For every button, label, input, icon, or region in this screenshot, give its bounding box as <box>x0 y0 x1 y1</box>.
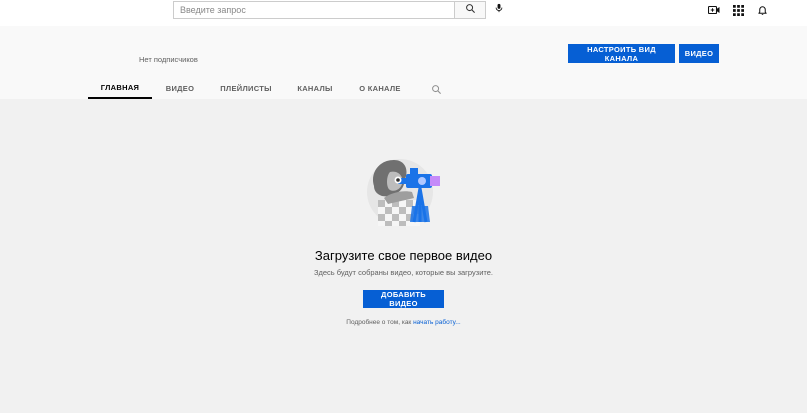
voice-search-button[interactable] <box>490 1 508 19</box>
upload-illustration <box>364 156 448 232</box>
add-video-button[interactable]: ДОБАВИТЬ ВИДЕО <box>363 290 444 308</box>
apps-grid-icon[interactable] <box>731 3 745 17</box>
channel-tabs: ГЛАВНАЯ ВИДЕО ПЛЕЙЛИСТЫ КАНАЛЫ О КАНАЛЕ <box>0 78 807 99</box>
channel-search-button[interactable] <box>431 82 443 95</box>
customize-channel-button[interactable]: НАСТРОИТЬ ВИД КАНАЛА <box>568 44 675 63</box>
learn-more-prefix: Подробнее о том, как <box>346 319 414 326</box>
tab-videos[interactable]: ВИДЕО <box>160 78 200 99</box>
learn-more-text: Подробнее о том, как начать работу... <box>0 319 807 326</box>
tab-home[interactable]: ГЛАВНАЯ <box>88 78 152 99</box>
manage-videos-button[interactable]: ВИДЕО <box>679 44 719 63</box>
empty-state-subtitle: Здесь будут собраны видео, которые вы за… <box>313 268 493 277</box>
tab-about[interactable]: О КАНАЛЕ <box>355 78 405 99</box>
tab-playlists[interactable]: ПЛЕЙЛИСТЫ <box>215 78 277 99</box>
create-video-icon[interactable] <box>707 3 721 17</box>
top-bar <box>0 0 807 26</box>
mic-icon <box>494 1 504 19</box>
search-icon <box>465 1 476 19</box>
get-started-link[interactable]: начать работу... <box>413 319 461 326</box>
empty-state-title: Загрузите свое первое видео <box>314 248 493 263</box>
channel-header: Нет подписчиков НАСТРОИТЬ ВИД КАНАЛА ВИД… <box>0 26 807 99</box>
tab-channels[interactable]: КАНАЛЫ <box>292 78 338 99</box>
bell-icon[interactable] <box>755 3 769 17</box>
search-input[interactable] <box>173 1 455 19</box>
search-button[interactable] <box>454 1 486 19</box>
search-icon <box>431 82 442 99</box>
subscriber-count: Нет подписчиков <box>139 55 198 64</box>
